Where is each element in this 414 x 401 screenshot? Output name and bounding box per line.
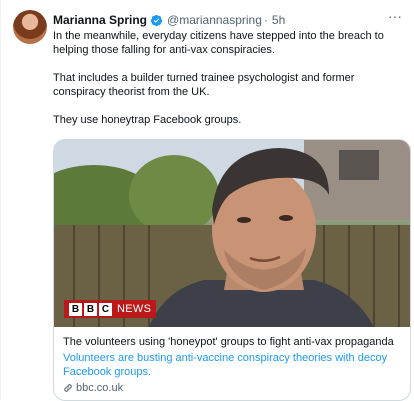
header-separator: ·	[263, 13, 268, 27]
bbc-letter: C	[99, 302, 112, 316]
tweet-paragraph: They use honeytrap Facebook groups.	[53, 114, 242, 126]
tweet-paragraph: In the meanwhile, everyday citizens have…	[53, 30, 384, 56]
author-name[interactable]: Marianna Spring	[53, 13, 147, 27]
tweet[interactable]: Marianna Spring @mariannaspring · 5h ···…	[0, 0, 414, 401]
tweet-timestamp[interactable]: 5h	[272, 13, 285, 27]
card-image[interactable]: B B C NEWS	[54, 140, 410, 327]
bbc-letter: B	[84, 302, 97, 316]
tweet-text: In the meanwhile, everyday citizens have…	[53, 29, 403, 141]
card-photo	[54, 140, 410, 327]
card-description[interactable]: Volunteers are busting anti-vaccine cons…	[63, 351, 405, 379]
tweet-header: Marianna Spring @mariannaspring · 5h ···	[53, 9, 404, 29]
card-text[interactable]: The volunteers using 'honeypot' groups t…	[63, 335, 405, 395]
card-title[interactable]: The volunteers using 'honeypot' groups t…	[63, 335, 405, 349]
verified-badge-icon	[150, 14, 163, 26]
tweet-paragraph: That includes a builder turned trainee p…	[53, 72, 355, 98]
link-icon	[64, 384, 72, 392]
avatar[interactable]	[13, 10, 47, 44]
more-icon[interactable]: ···	[386, 9, 404, 27]
card-domain[interactable]: bbc.co.uk	[63, 381, 405, 395]
author-handle[interactable]: @mariannaspring	[167, 13, 262, 27]
link-preview-card[interactable]: B B C NEWS The volunteers using 'honeypo…	[53, 139, 411, 401]
bbc-news-logo: B B C NEWS	[64, 300, 157, 318]
bbc-news-word: NEWS	[117, 303, 152, 315]
bbc-letter: B	[69, 302, 82, 316]
card-domain-text[interactable]: bbc.co.uk	[76, 381, 123, 395]
